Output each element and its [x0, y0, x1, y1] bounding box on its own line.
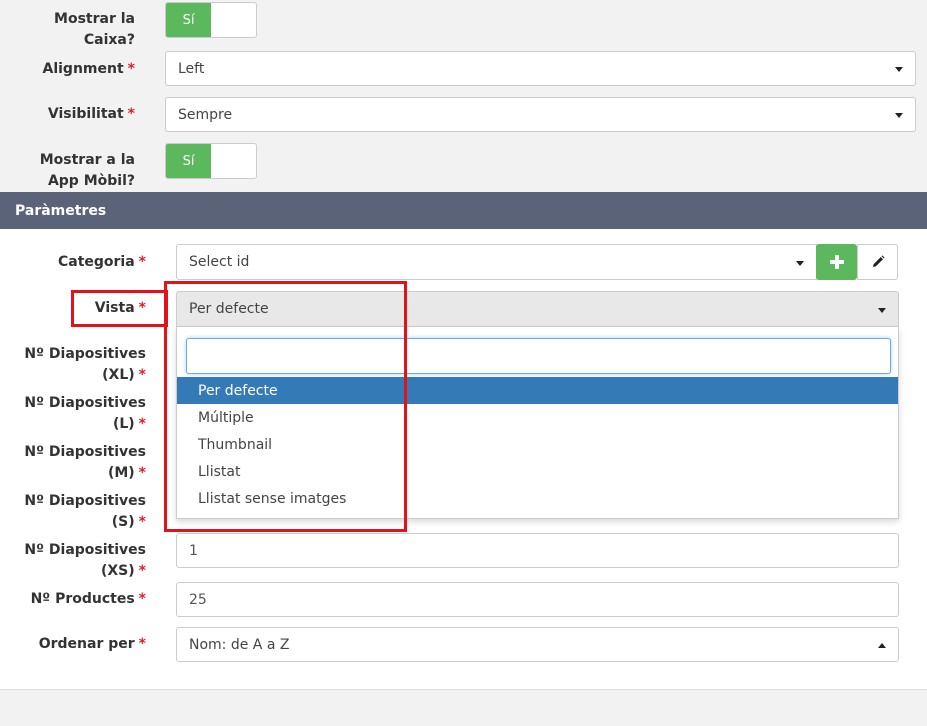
edit-categoria-button[interactable] — [857, 244, 898, 280]
vista-value: Per defecte — [189, 301, 269, 317]
diap-l-label: Nº Diapositives (L) * — [24, 395, 146, 432]
alignment-label: Alignment * — [42, 61, 136, 77]
diap-m-label: Nº Diapositives (M) * — [24, 444, 146, 481]
panel-title: Paràmetres — [15, 202, 107, 219]
diap-xs-value: 1 — [189, 542, 198, 559]
add-categoria-button[interactable] — [816, 244, 857, 280]
productes-input[interactable]: 25 — [176, 582, 899, 617]
ordenar-label: Ordenar per * — [38, 636, 146, 652]
mostrar-app-toggle[interactable]: Sí — [165, 143, 257, 179]
categoria-select[interactable]: Select id — [176, 244, 817, 280]
productes-label: Nº Productes * — [30, 591, 146, 607]
caret-up-icon — [878, 643, 886, 648]
diap-xs-input[interactable]: 1 — [176, 533, 899, 568]
dropdown-search-input[interactable] — [186, 338, 891, 374]
visibilitat-label: Visibilitat * — [47, 106, 135, 122]
mostrar-caixa-label: Mostrar la Caixa? — [54, 11, 135, 48]
diap-s-label: Nº Diapositives (S) * — [24, 493, 146, 530]
ordenar-select[interactable]: Nom: de A a Z — [176, 627, 899, 662]
plus-icon — [829, 255, 844, 269]
alignment-select[interactable]: Left — [165, 51, 916, 86]
vista-label: Vista * — [94, 300, 146, 316]
caret-down-icon — [878, 308, 886, 313]
dropdown-option[interactable]: Thumbnail — [177, 431, 898, 458]
diap-xl-label: Nº Diapositives (XL) * — [24, 346, 146, 383]
mostrar-app-label: Mostrar a la App Mòbil? — [39, 152, 135, 189]
categoria-value: Select id — [189, 254, 250, 270]
mostrar-caixa-toggle[interactable]: Sí — [165, 2, 257, 38]
ordenar-value: Nom: de A a Z — [189, 636, 290, 653]
toggle-on-label: Sí — [166, 3, 211, 37]
dropdown-option[interactable]: Llistat sense imatges — [177, 485, 898, 512]
vista-select[interactable]: Per defecte — [176, 291, 899, 327]
dropdown-option[interactable]: Llistat — [177, 458, 898, 485]
toggle-on-label: Sí — [166, 144, 211, 178]
dropdown-option[interactable]: Múltiple — [177, 404, 898, 431]
alignment-value: Left — [178, 60, 205, 77]
diap-xs-label: Nº Diapositives (XS) * — [24, 542, 146, 579]
categoria-label: Categoria * — [57, 254, 146, 270]
caret-down-icon — [796, 261, 804, 266]
visibilitat-value: Sempre — [178, 106, 233, 123]
caret-down-icon — [895, 113, 903, 118]
vista-dropdown: Per defecte Múltiple Thumbnail Llistat L… — [176, 327, 899, 519]
productes-value: 25 — [189, 591, 207, 608]
visibilitat-select[interactable]: Sempre — [165, 97, 916, 132]
caret-down-icon — [895, 67, 903, 72]
panel-header: Paràmetres — [0, 192, 927, 229]
dropdown-option[interactable]: Per defecte — [177, 377, 898, 404]
pencil-icon — [872, 255, 885, 267]
